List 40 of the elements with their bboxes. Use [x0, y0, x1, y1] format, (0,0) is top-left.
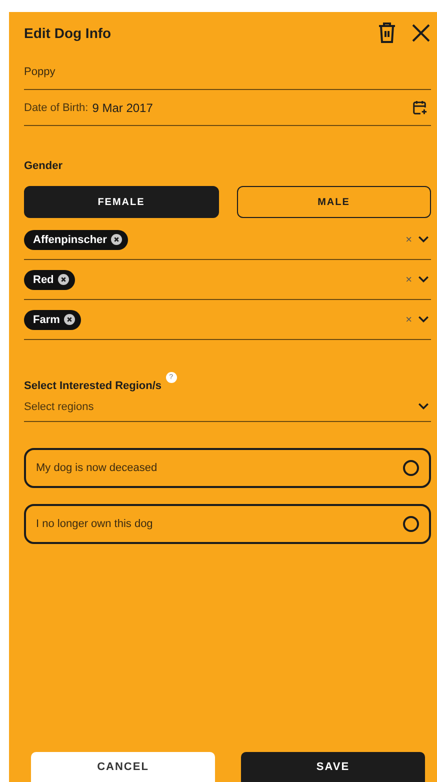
tag-label: Affenpinscher: [33, 234, 107, 246]
date-of-birth-field[interactable]: Date of Birth: 9 Mar 2017: [24, 90, 431, 126]
calendar-icon[interactable]: [412, 100, 427, 115]
dialog-title: Edit Dog Info: [24, 25, 112, 41]
close-icon[interactable]: [411, 23, 431, 43]
gender-option[interactable]: MALE: [236, 186, 431, 218]
cancel-button[interactable]: CANCEL: [31, 752, 215, 782]
tag-chip[interactable]: Farm: [24, 310, 81, 330]
chevron-down-icon[interactable]: [418, 236, 429, 243]
name-field[interactable]: Poppy: [24, 54, 431, 90]
status-option[interactable]: I no longer own this dog: [24, 504, 431, 544]
radio-button[interactable]: [403, 460, 419, 476]
section-label: Select Interested Region/s: [24, 380, 162, 392]
clear-button[interactable]: ×: [406, 274, 412, 286]
tag-label: Farm: [33, 314, 60, 326]
select-field[interactable]: Affenpinscher ×: [24, 220, 431, 260]
remove-icon[interactable]: [58, 274, 69, 285]
tag-label: Red: [33, 274, 54, 286]
field-label: Date of Birth:: [24, 102, 88, 114]
tag-chip[interactable]: Affenpinscher: [24, 230, 128, 250]
save-button[interactable]: SAVE: [241, 752, 425, 782]
option-label: I no longer own this dog: [36, 518, 153, 530]
clear-button[interactable]: ×: [406, 314, 412, 326]
section-label: Gender: [24, 160, 64, 172]
date-value: 9 Mar 2017: [92, 100, 154, 114]
tag-chip[interactable]: Red: [24, 270, 75, 290]
remove-icon[interactable]: [64, 314, 75, 325]
chevron-down-icon[interactable]: [418, 276, 429, 283]
select-field[interactable]: Farm ×: [24, 300, 431, 340]
chevron-down-icon[interactable]: [418, 316, 429, 323]
delete-icon[interactable]: [377, 22, 397, 44]
chevron-down-icon[interactable]: [418, 403, 429, 410]
radio-button[interactable]: [403, 516, 419, 532]
region-select[interactable]: Select regions: [24, 392, 431, 422]
select-field[interactable]: Red ×: [24, 260, 431, 300]
remove-icon[interactable]: [110, 234, 122, 245]
option-label: My dog is now deceased: [36, 462, 158, 474]
gender-option[interactable]: FEMALE: [24, 186, 218, 218]
status-option[interactable]: My dog is now deceased: [24, 448, 431, 488]
clear-button[interactable]: ×: [406, 234, 412, 246]
